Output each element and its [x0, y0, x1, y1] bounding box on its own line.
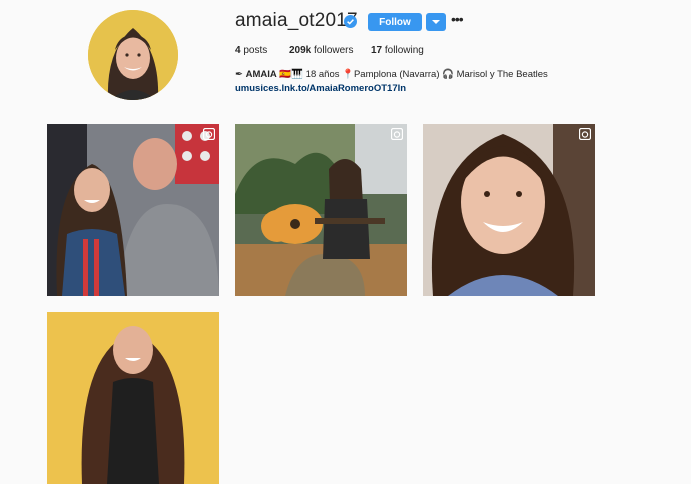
follow-button[interactable]: Follow: [368, 13, 422, 31]
posts-stat: 4 posts: [235, 45, 267, 56]
following-stat[interactable]: 17 following: [371, 45, 424, 56]
pen-icon: ✒: [235, 69, 243, 80]
post-thumbnail[interactable]: [47, 124, 219, 296]
profile-bio: ✒ AMAIA 🇪🇸🎹 18 años 📍Pamplona (Navarra) …: [235, 69, 548, 80]
following-count: 17: [371, 45, 383, 56]
followers-label: followers: [314, 45, 354, 56]
video-icon: [203, 128, 215, 140]
more-options-icon[interactable]: •••: [451, 12, 465, 31]
post-thumbnail[interactable]: [47, 312, 219, 484]
profile-avatar[interactable]: [88, 10, 178, 100]
followers-stat[interactable]: 209k followers: [289, 45, 354, 56]
posts-count: 4: [235, 45, 241, 56]
video-icon: [391, 128, 403, 140]
suggestions-dropdown-button[interactable]: [426, 13, 446, 31]
profile-username: amaia_ot2017: [235, 10, 358, 31]
video-icon: [579, 128, 591, 140]
post-thumbnail[interactable]: [423, 124, 595, 296]
post-thumbnail[interactable]: [235, 124, 407, 296]
bio-text: 🇪🇸🎹 18 años 📍Pamplona (Navarra) 🎧 Mariso…: [279, 69, 548, 80]
profile-full-name: AMAIA: [245, 69, 277, 80]
verified-badge-icon: [344, 15, 357, 28]
chevron-down-icon: [432, 20, 440, 24]
bio-link[interactable]: umusices.lnk.to/AmaiaRomeroOT17In: [235, 83, 406, 94]
following-label: following: [384, 45, 424, 56]
posts-label: posts: [243, 45, 268, 56]
followers-count: 209k: [289, 45, 312, 56]
